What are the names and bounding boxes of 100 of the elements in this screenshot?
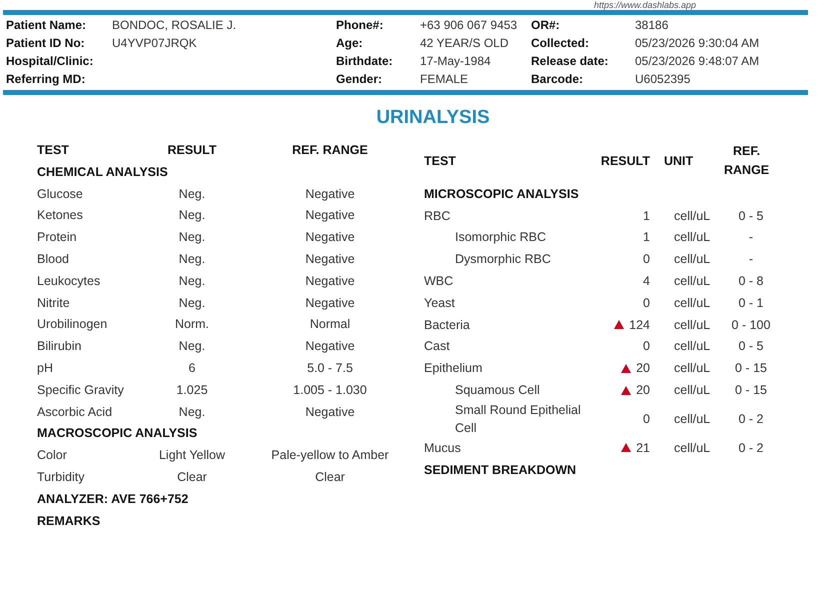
reference-range: 1.005 - 1.030 <box>292 382 368 397</box>
result-value: 124 <box>629 318 650 332</box>
column-header: REF. RANGE <box>724 143 769 179</box>
test-name: Isomorphic RBC <box>455 230 546 244</box>
column-header: REF. RANGE <box>291 143 369 157</box>
column-header: RESULT <box>600 152 651 170</box>
reference-range: Normal <box>308 317 352 332</box>
field-value: +63 906 067 9453 <box>420 18 518 32</box>
field-label: OR#: <box>531 17 561 34</box>
reference-range: Pale-yellow to Amber <box>270 448 390 462</box>
test-name: Squamous Cell <box>455 383 540 398</box>
reference-range: 0 - 2 <box>737 440 764 455</box>
test-name: Glucose <box>37 186 84 201</box>
test-name: Cast <box>424 339 450 354</box>
section-heading: SEDIMENT BREAKDOWN <box>424 462 576 477</box>
note-heading: REMARKS <box>37 514 100 528</box>
field-label: Patient ID No: <box>6 35 86 52</box>
result-value: Neg. <box>178 230 206 244</box>
result-value: Light Yellow <box>158 448 226 462</box>
field-value: 17-May-1984 <box>420 54 491 68</box>
field-label: Age: <box>336 35 364 52</box>
field-value: 05/23/2026 9:30:04 AM <box>635 36 760 50</box>
result-value: 0 <box>643 252 650 266</box>
reference-range: 0 - 5 <box>737 208 764 223</box>
test-name: RBC <box>424 208 450 223</box>
field-value: 38186 <box>635 18 668 32</box>
test-name: Epithelium <box>424 361 482 376</box>
field-label: Release date: <box>531 53 610 70</box>
section-heading: CHEMICAL ANALYSIS <box>37 164 168 179</box>
result-value: 1 <box>643 208 650 223</box>
reference-range: - <box>748 230 754 244</box>
test-name: Bacteria <box>424 318 470 332</box>
unit-text: cell/uL <box>673 412 712 426</box>
reference-range: Clear <box>314 470 346 484</box>
result-value: Neg. <box>178 274 206 288</box>
report-title: URINALYSIS <box>375 107 491 129</box>
reference-range: Negative <box>304 186 356 201</box>
reference-range: - <box>748 252 754 266</box>
reference-range: 5.0 - 7.5 <box>306 361 354 376</box>
result-value: 20 <box>636 383 650 398</box>
field-value: 05/23/2026 9:48:07 AM <box>635 54 760 68</box>
test-name: Specific Gravity <box>37 382 125 397</box>
test-name: Protein <box>37 230 78 244</box>
reference-range: Negative <box>304 296 356 310</box>
result-value: Neg. <box>178 339 206 354</box>
column-header: TEST <box>37 143 70 157</box>
result-value: 4 <box>643 274 650 288</box>
reference-range: 0 - 100 <box>730 318 772 332</box>
website-url: https://www.dashlabs.app <box>592 0 697 10</box>
reference-range: Negative <box>304 230 356 244</box>
unit-text: cell/uL <box>673 296 712 310</box>
result-value: 20 <box>636 361 650 376</box>
reference-range: 0 - 8 <box>737 274 764 288</box>
result-value: 6 <box>188 361 196 376</box>
field-value: 42 YEAR/S OLD <box>420 36 508 50</box>
unit-text: cell/uL <box>673 440 712 455</box>
reference-range: 0 - 15 <box>734 383 768 398</box>
reference-range: Negative <box>304 339 356 354</box>
reference-range: Negative <box>304 252 356 266</box>
result-value: Clear <box>176 470 208 484</box>
reference-range: 0 - 15 <box>734 361 768 376</box>
test-name: Bilirubin <box>37 339 82 354</box>
unit-text: cell/uL <box>673 383 712 398</box>
test-name: Urobilinogen <box>37 317 108 332</box>
result-value: Neg. <box>178 404 206 419</box>
test-name: Ketones <box>37 208 84 222</box>
reference-range: 0 - 2 <box>737 412 764 426</box>
test-name: Leukocytes <box>37 274 102 288</box>
test-name: Color <box>37 448 68 462</box>
result-value: 21 <box>636 440 650 455</box>
unit-text: cell/uL <box>673 339 712 354</box>
field-label: Birthdate: <box>336 53 394 70</box>
test-name: Yeast <box>424 296 455 310</box>
reference-range: 0 - 5 <box>737 339 764 354</box>
result-value: 0 <box>643 296 650 310</box>
field-label: Gender: <box>336 71 384 88</box>
reference-range: Negative <box>304 208 356 222</box>
column-header: UNIT <box>663 152 694 170</box>
result-value: 0 <box>643 339 650 354</box>
field-value: U4YVP07JRQK <box>112 36 197 50</box>
reference-range: Negative <box>304 274 356 288</box>
test-name: Small Round Epithelial Cell <box>455 402 581 435</box>
field-value: U6052395 <box>635 72 690 86</box>
unit-text: cell/uL <box>673 318 712 332</box>
result-value: Norm. <box>174 317 210 332</box>
test-name: Ascorbic Acid <box>37 404 114 419</box>
field-value: BONDOC, ROSALIE J. <box>112 18 236 32</box>
test-name: Blood <box>37 252 70 266</box>
unit-text: cell/uL <box>673 274 712 288</box>
result-value: 1.025 <box>175 382 209 397</box>
test-name: Mucus <box>424 440 461 455</box>
unit-text: cell/uL <box>673 252 712 266</box>
reference-range: 0 - 1 <box>737 296 764 310</box>
field-label: Hospital/Clinic: <box>6 53 94 70</box>
test-name: Dysmorphic RBC <box>455 252 551 266</box>
result-value: Neg. <box>178 208 206 222</box>
field-label: Barcode: <box>531 71 584 88</box>
unit-text: cell/uL <box>673 230 712 244</box>
reference-range: Negative <box>304 404 356 419</box>
unit-text: cell/uL <box>673 361 712 376</box>
